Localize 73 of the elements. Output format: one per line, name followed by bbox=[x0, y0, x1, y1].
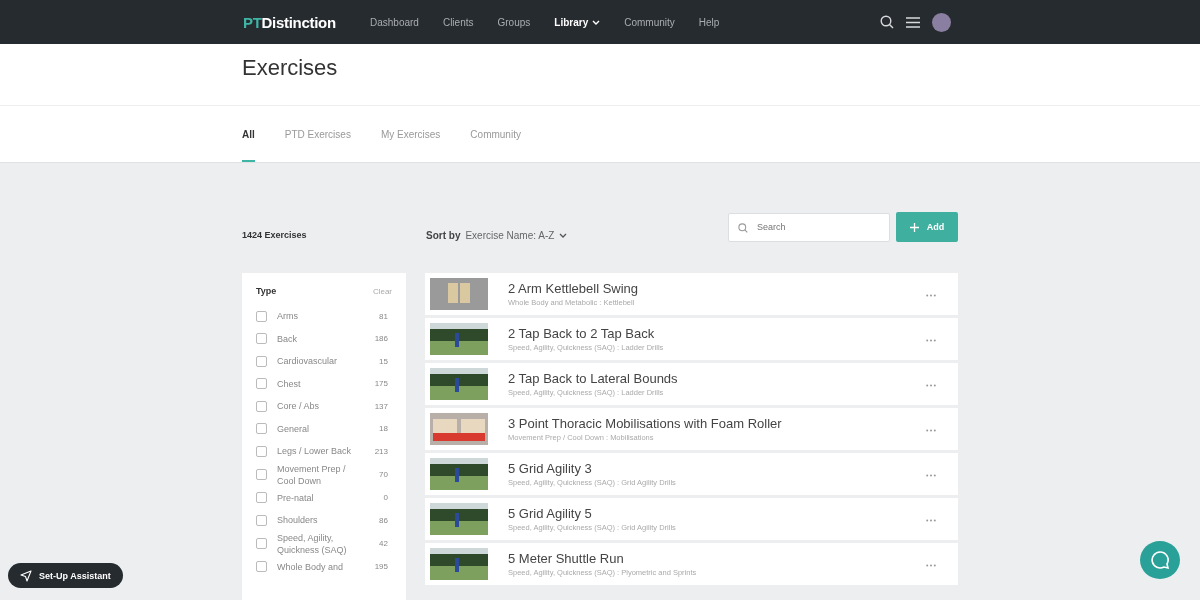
filter-count: 15 bbox=[378, 356, 389, 366]
filter-count: 137 bbox=[373, 401, 389, 411]
checkbox[interactable] bbox=[256, 400, 267, 412]
nav-link[interactable]: Groups bbox=[497, 16, 531, 28]
checkbox[interactable] bbox=[256, 469, 267, 480]
nav-link[interactable]: Library bbox=[554, 16, 601, 28]
nav-link[interactable]: Community bbox=[624, 16, 675, 28]
checkbox[interactable] bbox=[256, 492, 267, 504]
filter-label: Chest bbox=[277, 377, 302, 390]
filter-label: Movement Prep / Cool Down bbox=[277, 462, 347, 487]
search-icon[interactable] bbox=[880, 15, 894, 29]
chat-button[interactable] bbox=[1140, 541, 1180, 579]
thumbnail-placeholder bbox=[430, 548, 488, 580]
checkbox[interactable] bbox=[256, 333, 267, 345]
checkbox[interactable] bbox=[256, 423, 267, 435]
thumbnail-placeholder bbox=[430, 278, 488, 310]
exercise-name: 5 Grid Agility 3 bbox=[508, 461, 593, 476]
filter-label: Pre-natal bbox=[277, 491, 315, 504]
search-field[interactable]: Search bbox=[728, 212, 890, 242]
filter-label: Arms bbox=[277, 310, 299, 323]
filter-count: 213 bbox=[373, 446, 389, 456]
page-title: Exercises bbox=[242, 54, 339, 81]
checkbox[interactable] bbox=[256, 355, 267, 367]
avatar[interactable] bbox=[932, 12, 951, 32]
exercise-name: 2 Tap Back to Lateral Bounds bbox=[508, 371, 679, 386]
filter-title: Type bbox=[256, 286, 277, 296]
checkbox[interactable] bbox=[256, 538, 267, 549]
thumbnail-placeholder bbox=[430, 368, 488, 400]
nav-link[interactable]: Help bbox=[698, 16, 720, 28]
checkbox[interactable] bbox=[256, 310, 267, 322]
filter-count: 0 bbox=[382, 493, 389, 503]
exercise-name: 3 Point Thoracic Mobilisations with Foam Roller bbox=[508, 416, 783, 431]
thumbnail-placeholder bbox=[430, 458, 488, 490]
checkbox[interactable] bbox=[256, 378, 267, 390]
thumbnail-placeholder bbox=[430, 503, 488, 535]
filter-label: Cardiovascular bbox=[277, 355, 339, 368]
exercise-name: 5 Meter Shuttle Run bbox=[508, 551, 625, 566]
exercise-count: 1424 Exercises bbox=[242, 230, 308, 240]
exercise-name: 2 Arm Kettlebell Swing bbox=[508, 281, 640, 296]
checkbox[interactable] bbox=[256, 445, 267, 457]
filter-count: 18 bbox=[378, 424, 389, 434]
filter-label: Legs / Lower Back bbox=[277, 445, 353, 458]
tab[interactable]: All bbox=[242, 106, 255, 162]
filter-count: 86 bbox=[378, 515, 389, 525]
checkbox[interactable] bbox=[256, 561, 267, 573]
exercise-name: 5 Grid Agility 5 bbox=[508, 506, 593, 521]
thumbnail-placeholder bbox=[430, 323, 488, 355]
filter-count: 70 bbox=[378, 470, 389, 479]
filter-count: 42 bbox=[378, 539, 389, 548]
checkbox[interactable] bbox=[256, 514, 267, 526]
logo[interactable]: PTDistinction bbox=[243, 13, 355, 31]
nav-link[interactable]: Clients bbox=[442, 16, 474, 28]
send-icon bbox=[20, 569, 32, 582]
filter-count: 186 bbox=[373, 334, 389, 344]
filter-label: Core / Abs bbox=[277, 400, 321, 413]
caret-icon bbox=[559, 232, 568, 238]
menu-icon[interactable] bbox=[906, 16, 920, 28]
sort-dropdown[interactable]: Exercise Name: A-Z bbox=[465, 229, 568, 241]
filter-label: Shoulders bbox=[277, 514, 319, 527]
filter-count: 175 bbox=[373, 379, 389, 389]
filter-label: Back bbox=[277, 332, 298, 345]
thumbnail-placeholder bbox=[430, 413, 488, 445]
filter-count: 195 bbox=[373, 562, 389, 572]
exercise-name: 2 Tap Back to 2 Tap Back bbox=[508, 326, 656, 341]
filter-label: General bbox=[277, 422, 311, 435]
filter-label: Whole Body and bbox=[277, 560, 345, 573]
set-up-assistant-button[interactable]: Set-Up Assistant bbox=[8, 563, 123, 588]
filter-count: 81 bbox=[378, 311, 389, 321]
filter-label: Speed, Agility, Quickness (SAQ) bbox=[277, 531, 348, 556]
nav-link[interactable]: Dashboard bbox=[370, 16, 419, 28]
chat-icon bbox=[1150, 550, 1170, 570]
sort-label: Sort by bbox=[426, 229, 461, 241]
plus-icon bbox=[909, 222, 919, 232]
